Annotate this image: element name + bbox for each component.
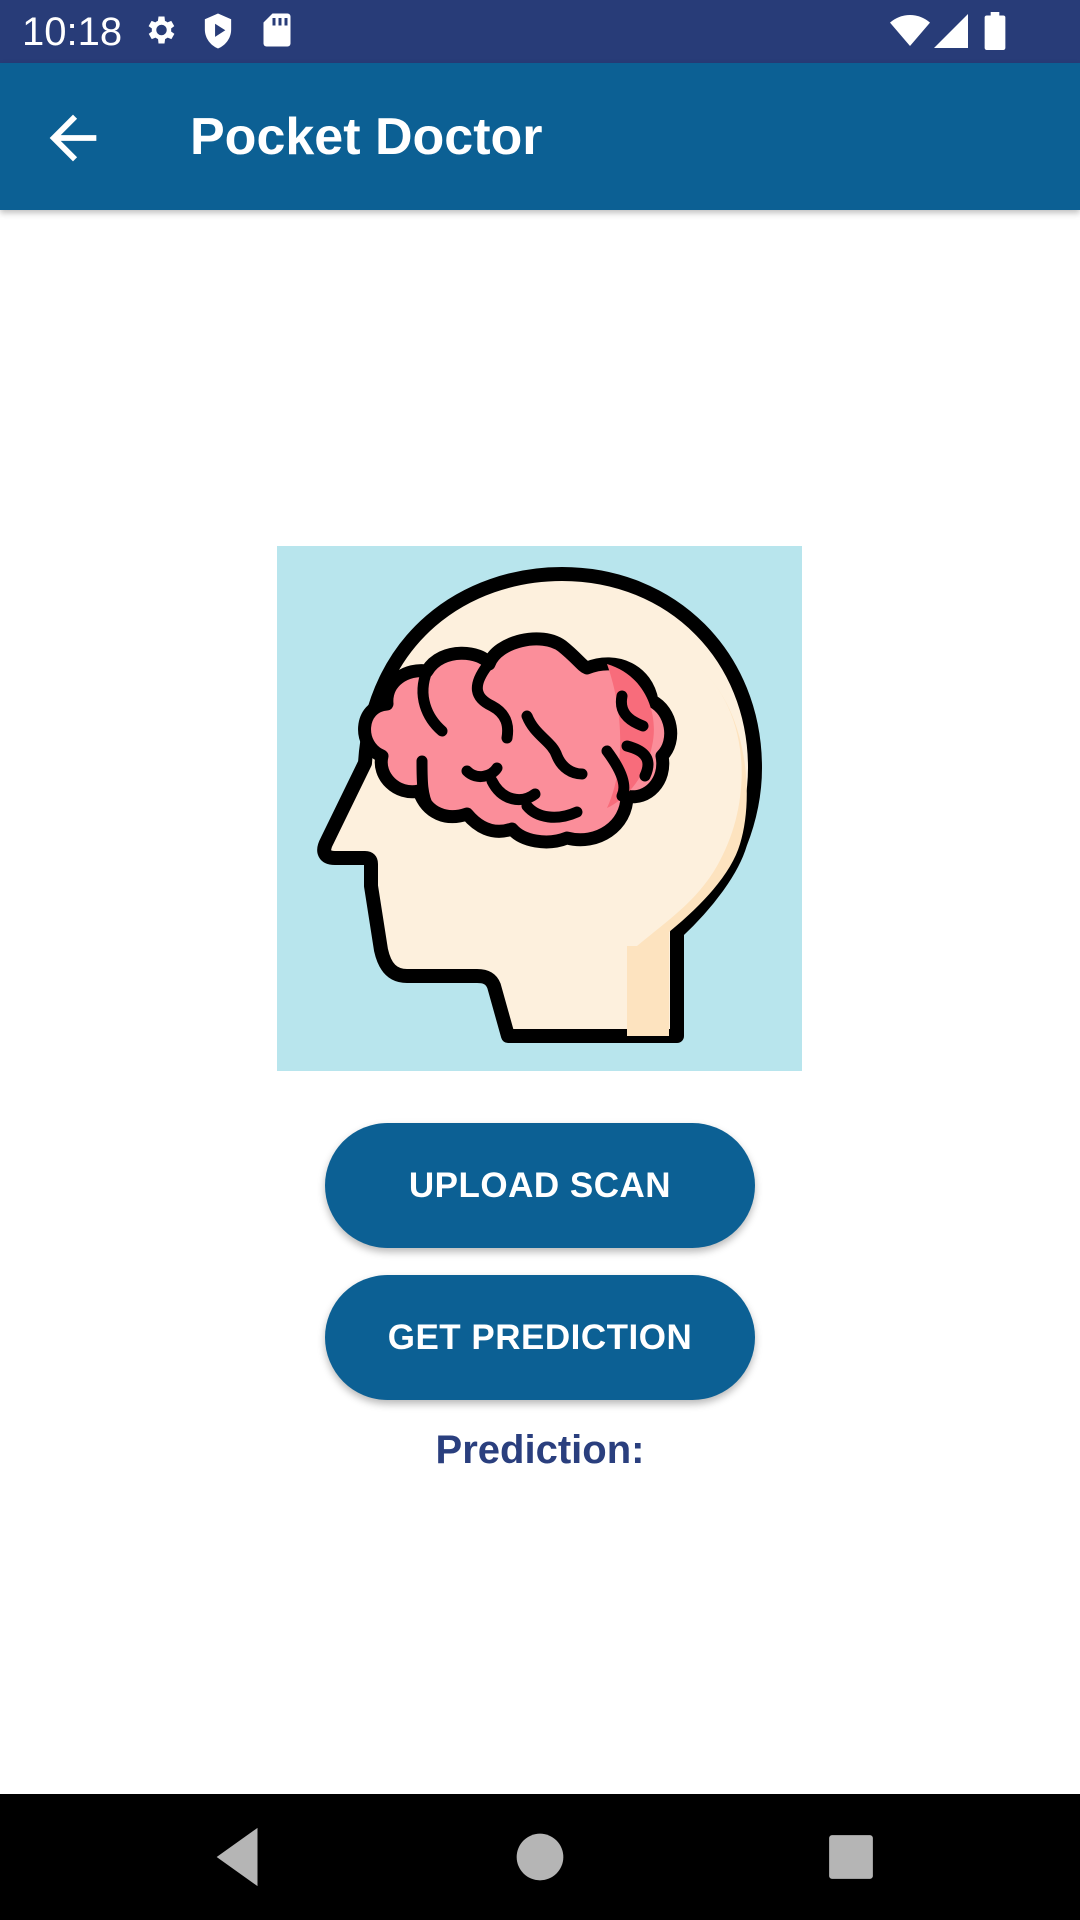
arrow-back-icon[interactable] xyxy=(38,103,108,173)
brain-head-illustration xyxy=(277,546,802,1071)
shield-icon xyxy=(200,12,236,55)
wifi-icon xyxy=(890,14,930,53)
prediction-label: Prediction: xyxy=(435,1428,645,1472)
gear-icon xyxy=(142,12,178,53)
status-bar: 10:18 xyxy=(0,0,1080,63)
page-title: Pocket Doctor xyxy=(190,108,543,166)
home-circle-icon[interactable] xyxy=(505,1822,575,1892)
battery-icon xyxy=(984,12,1006,55)
signal-icon xyxy=(934,14,968,53)
recents-square-icon[interactable] xyxy=(816,1822,886,1892)
screen: 10:18 Pocket Doctor UPLOAD SCAN GET PRED… xyxy=(0,0,1080,1920)
status-time: 10:18 xyxy=(22,10,123,54)
brain-head-icon xyxy=(317,567,762,1043)
back-triangle-icon[interactable] xyxy=(205,1822,275,1892)
get-prediction-button[interactable]: GET PREDICTION xyxy=(325,1275,755,1400)
sd-card-icon xyxy=(262,12,292,53)
navigation-bar xyxy=(0,1794,1080,1920)
upload-scan-button[interactable]: UPLOAD SCAN xyxy=(325,1123,755,1248)
app-bar: Pocket Doctor xyxy=(0,63,1080,210)
